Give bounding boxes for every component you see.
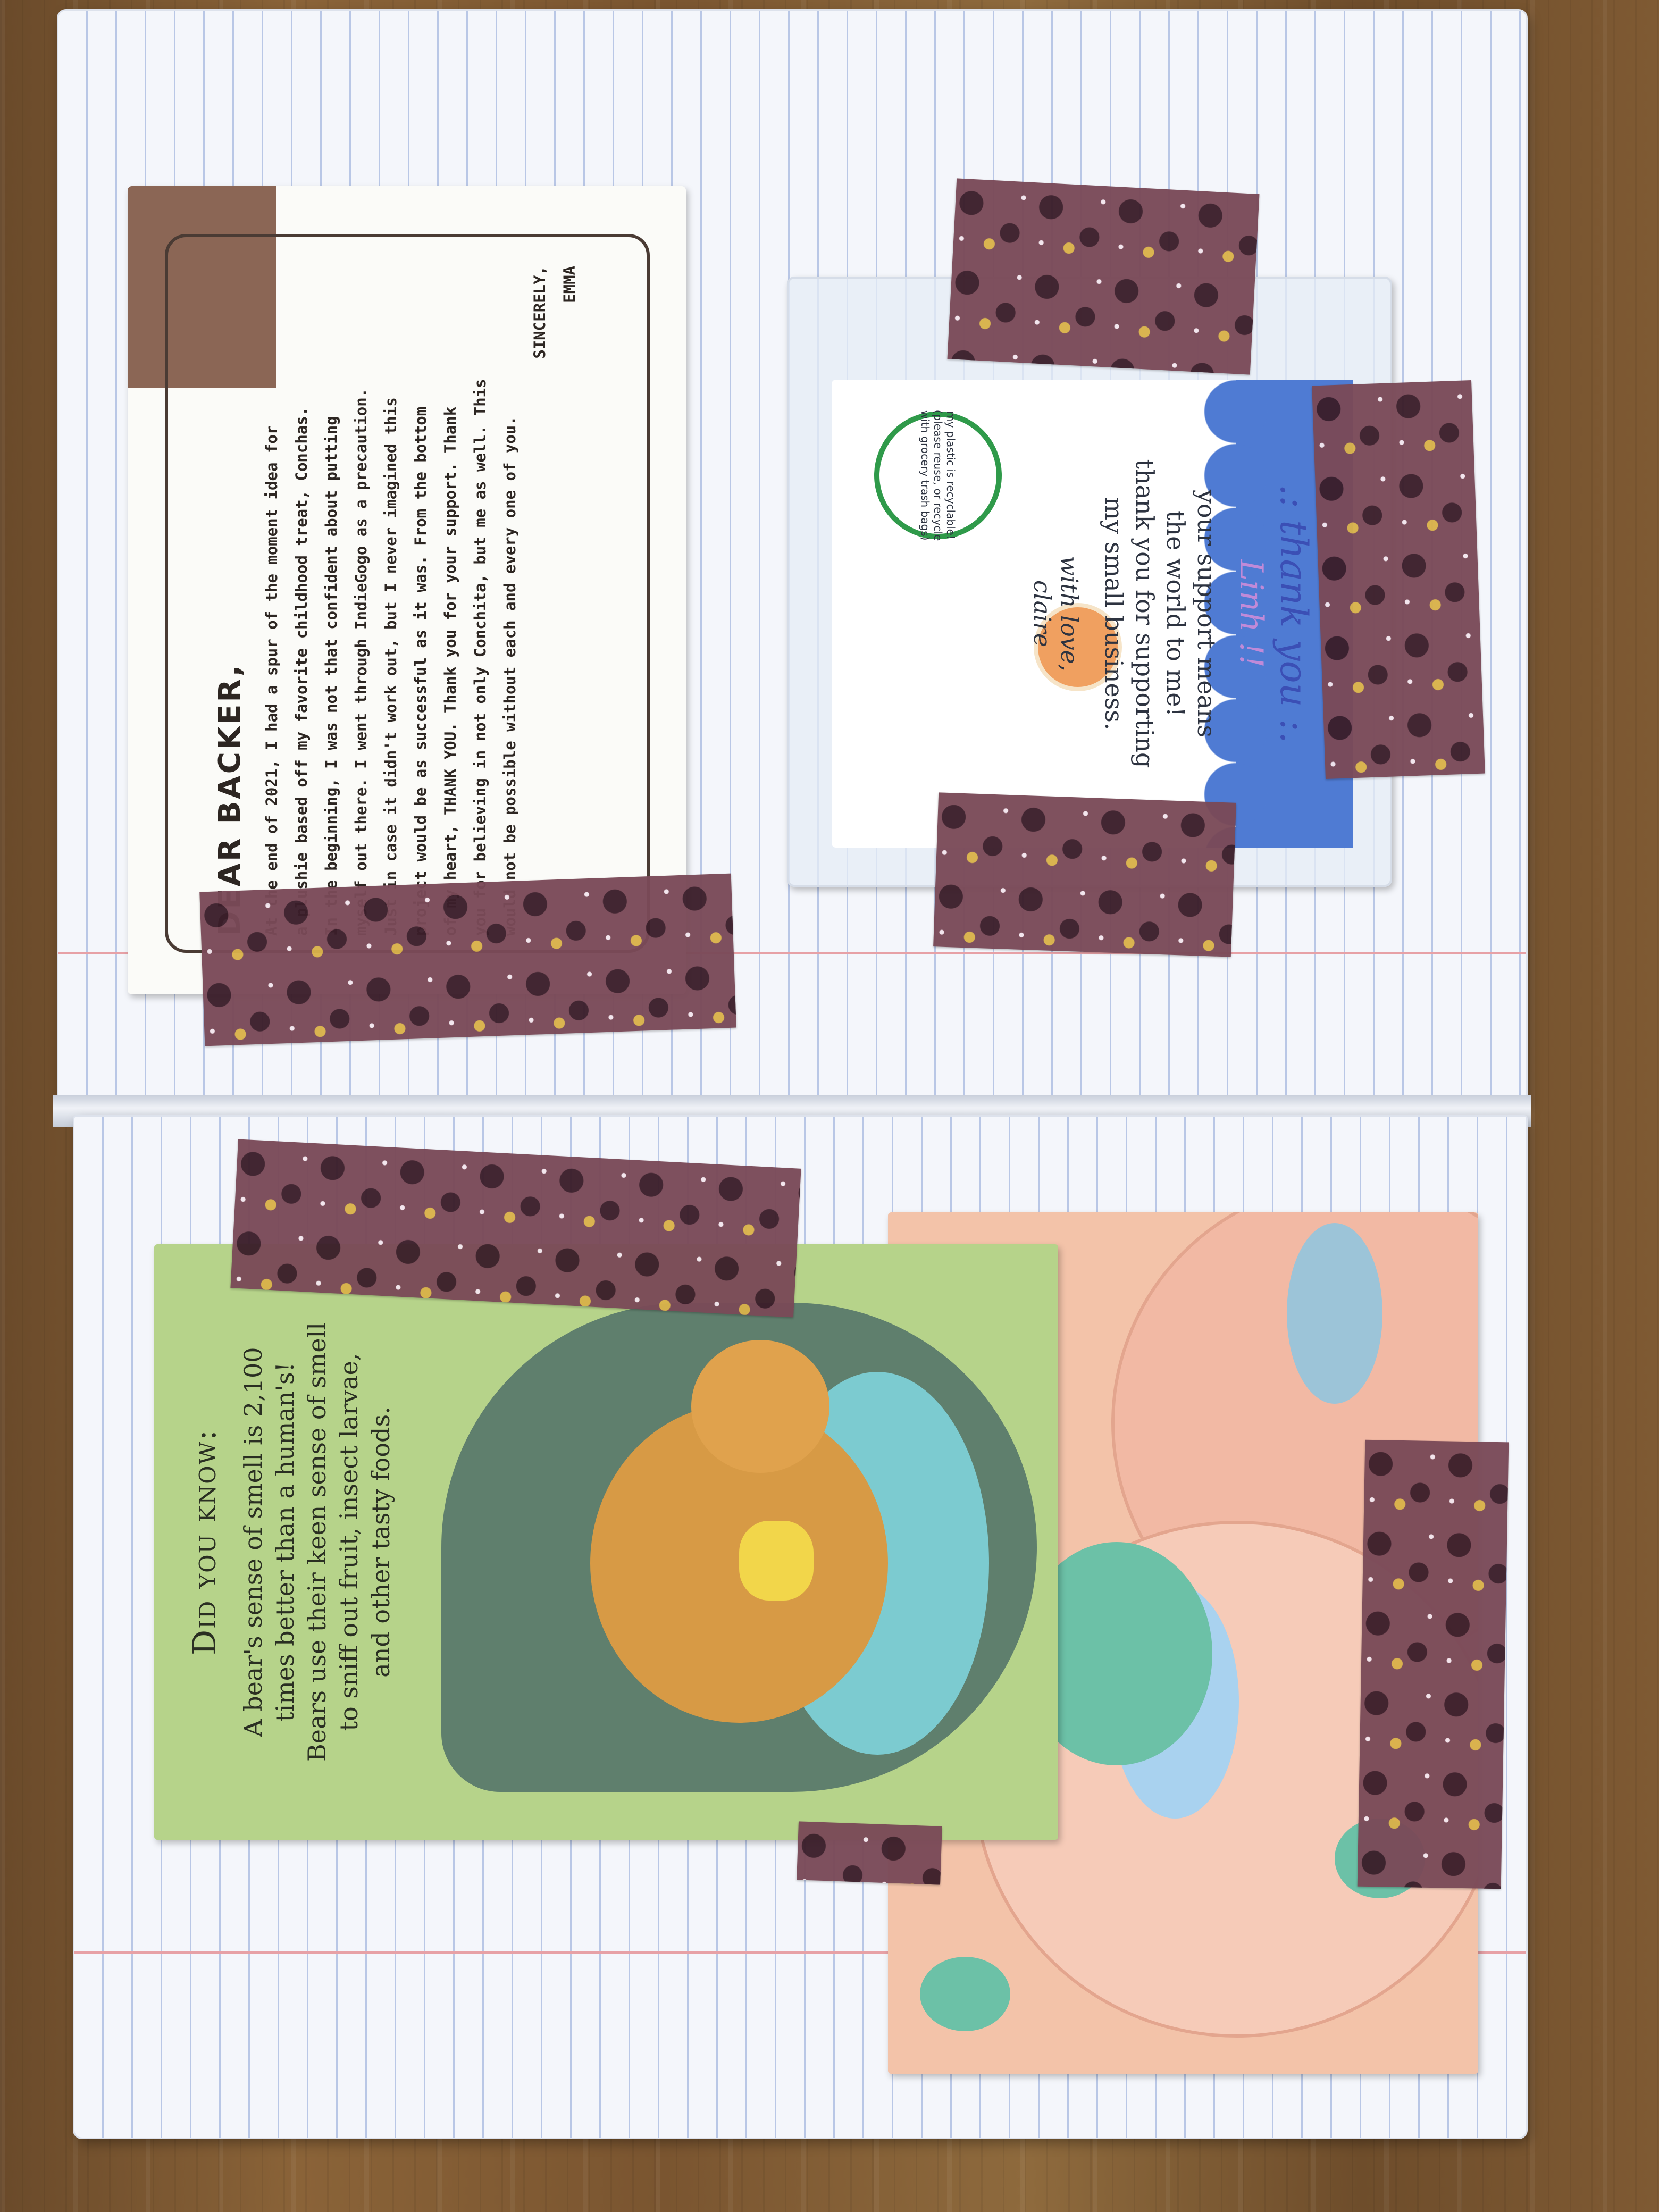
washi-tape (230, 1139, 801, 1318)
letter-closing: SINCERELY, (531, 266, 549, 359)
letter-line: At the end of 2021, I had a spur of the … (263, 425, 281, 936)
thank-you-text: .: thank you :. Linh !! your support mea… (895, 396, 1321, 832)
letter-line: of my heart, THANK YOU. Thank you for yo… (441, 406, 459, 936)
thank-you-line: my small business. (1100, 497, 1128, 731)
letter-line: Just in case it didn't work out, but I n… (382, 397, 400, 936)
plastic-sleeve: my plastic is recyclable! (please reuse,… (787, 276, 1392, 887)
letter-line: you for believing in not only Conchita, … (471, 379, 489, 936)
letter-line: project would be as successful as it was… (412, 406, 430, 936)
thank-you-line: thank you for supporting (1130, 459, 1159, 768)
washi-tape (947, 178, 1260, 375)
washi-tape (199, 873, 736, 1046)
washi-tape (797, 1821, 942, 1885)
letter-line: a plushie based off my favorite childhoo… (292, 406, 311, 936)
washi-tape (1312, 380, 1485, 780)
fish-plushie-illustration (1287, 1223, 1382, 1404)
thank-you-card: my plastic is recyclable! (please reuse,… (832, 380, 1353, 848)
letter-signature: EMMA (560, 266, 579, 303)
bear-card-heading: Did you know: (186, 1429, 223, 1656)
thank-you-title: .: thank you :. (1272, 484, 1316, 743)
frog-illustration (920, 1957, 1010, 2031)
bear-fact-line: and other tasty foods. (366, 1406, 395, 1678)
letter-line: In the beginning, I was not that confide… (322, 416, 340, 936)
honey-illustration (739, 1521, 814, 1601)
letter-line: myself out there. I went through IndieGo… (352, 388, 370, 936)
washi-tape (933, 792, 1236, 957)
recipient-name: Linh !! (1233, 559, 1270, 668)
bear-fact-line: Bears use their keen sense of smell (303, 1322, 331, 1762)
washi-tape (1357, 1439, 1509, 1889)
bear-fact-line: A bear's sense of smell is 2,100 (239, 1347, 267, 1737)
thank-you-signoff: with love, (1055, 556, 1083, 672)
letter-text: DEAR BACKER, At the end of 2021, I had a… (213, 266, 617, 936)
bear-fact-card: Did you know: A bear's sense of smell is… (154, 1244, 1058, 1840)
thank-you-line: the world to me! (1161, 510, 1190, 717)
bear-fact-line: to sniff out fruit, insect larvae, (334, 1353, 363, 1731)
letter-greeting: DEAR BACKER, (213, 663, 247, 936)
bear-fact-line: times better than a human's! (271, 1362, 299, 1722)
letter-line: would not be possible without each and e… (501, 416, 519, 936)
thank-you-line: your support means (1192, 489, 1221, 738)
thank-you-signature: claire (1028, 580, 1055, 648)
bear-fact-text: Did you know: A bear's sense of smell is… (186, 1276, 395, 1808)
dear-backer-letter: DEAR BACKER, At the end of 2021, I had a… (128, 186, 686, 994)
